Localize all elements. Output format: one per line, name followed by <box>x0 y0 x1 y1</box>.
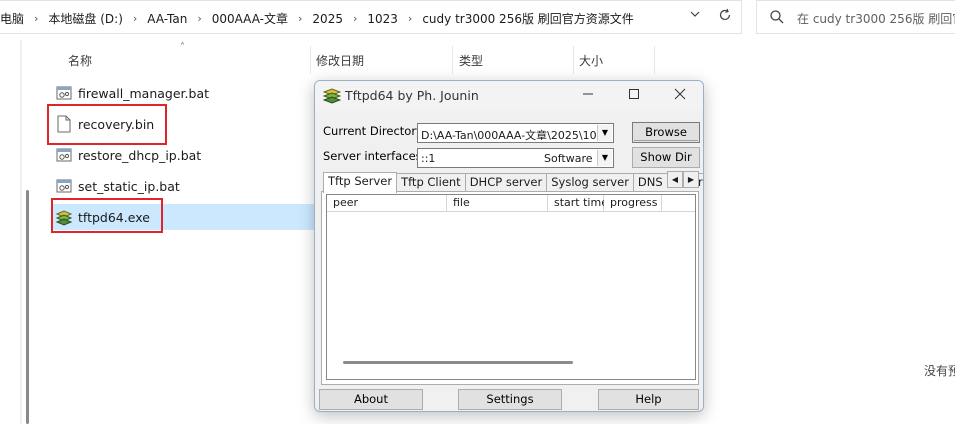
current-directory-value: D:\AA-Tan\000AAA-文章\2025\1023 <box>421 129 599 142</box>
chevron-right-icon: › <box>352 12 358 25</box>
column-header-type[interactable]: 类型 <box>459 52 483 69</box>
nav-pane-edge <box>20 40 22 424</box>
column-divider[interactable] <box>310 46 311 74</box>
highlight-box-tftpd64 <box>51 198 163 233</box>
breadcrumb-aa-tan[interactable]: AA-Tan <box>145 12 189 26</box>
column-header-file[interactable]: file <box>447 195 548 212</box>
file-name: set_static_ip.bat <box>78 178 180 194</box>
tftpd64-window[interactable]: Tftpd64 by Ph. Jounin Current Directory … <box>314 80 704 412</box>
breadcrumb-1023[interactable]: 1023 <box>365 12 400 26</box>
tab-dhcp-server[interactable]: DHCP server <box>464 173 548 192</box>
breadcrumb-articles[interactable]: 000AAA-文章 <box>210 10 290 27</box>
nav-pane-scrollbar[interactable] <box>26 190 29 424</box>
breadcrumb-this-pc[interactable]: 此电脑 <box>0 10 26 27</box>
chevron-right-icon: › <box>298 12 303 25</box>
file-row-set-static-ip[interactable]: set_static_ip.bat <box>52 173 318 199</box>
search-box[interactable]: 在 cudy tr3000 256版 刷回官方 <box>756 0 955 34</box>
browse-button[interactable]: Browse <box>632 122 700 143</box>
server-interface-value: ::1 <box>421 152 436 165</box>
batch-file-icon <box>56 179 72 193</box>
current-directory-combo[interactable]: D:\AA-Tan\000AAA-文章\2025\1023 ▼ <box>417 123 614 143</box>
file-name: restore_dhcp_ip.bat <box>78 147 202 163</box>
server-interface-description: Software L <box>544 152 596 165</box>
title-bar[interactable]: Tftpd64 by Ph. Jounin <box>315 81 703 111</box>
column-header-filler <box>662 195 695 212</box>
file-row-restore-dhcp[interactable]: restore_dhcp_ip.bat <box>52 142 318 168</box>
tab-scroll-right-icon[interactable]: ▶ <box>683 171 699 188</box>
window-title: Tftpd64 by Ph. Jounin <box>345 88 479 103</box>
breadcrumb-current-folder[interactable]: cudy tr3000 256版 刷回官方资源文件 <box>420 10 635 27</box>
help-button[interactable]: Help <box>598 389 699 410</box>
tab-tftp-client[interactable]: Tftp Client <box>396 173 466 192</box>
highlight-box-recovery <box>47 104 167 145</box>
chevron-right-icon: › <box>34 12 39 25</box>
show-dir-button[interactable]: Show Dir <box>632 147 700 168</box>
horizontal-scrollbar[interactable] <box>343 361 573 364</box>
file-row-firewall-manager[interactable]: firewall_manager.bat <box>52 80 318 106</box>
address-bar[interactable]: 此电脑 › 本地磁盘 (D:) › AA-Tan › 000AAA-文章 › 2… <box>0 0 742 34</box>
column-divider[interactable] <box>452 46 453 74</box>
history-dropdown-icon[interactable] <box>684 8 706 28</box>
search-placeholder: 在 cudy tr3000 256版 刷回官方 <box>797 12 955 26</box>
breadcrumb-2025[interactable]: 2025 <box>310 12 345 26</box>
chevron-right-icon: › <box>132 12 138 25</box>
breadcrumb: 此电脑 › 本地磁盘 (D:) › AA-Tan › 000AAA-文章 › 2… <box>0 10 636 27</box>
batch-file-icon <box>56 86 72 100</box>
column-header-date[interactable]: 修改日期 <box>316 52 364 69</box>
breadcrumb-drive-d[interactable]: 本地磁盘 (D:) <box>46 10 124 27</box>
tftp-server-panel: peer file start time progress <box>321 191 699 385</box>
file-name: firewall_manager.bat <box>78 85 210 101</box>
preview-pane-message: 没有预 <box>924 364 955 378</box>
search-icon <box>770 10 784 24</box>
transfer-list[interactable]: peer file start time progress <box>326 194 696 380</box>
column-divider[interactable] <box>654 46 655 74</box>
server-interfaces-combo[interactable]: ::1 Software L ▼ <box>417 148 614 168</box>
column-header-start-time[interactable]: start time <box>548 195 608 212</box>
dropdown-arrow-icon[interactable]: ▼ <box>597 125 612 141</box>
settings-button[interactable]: Settings <box>458 389 562 410</box>
about-button[interactable]: About <box>319 389 423 410</box>
tftpd-app-icon <box>323 88 341 104</box>
dropdown-arrow-icon[interactable]: ▼ <box>597 150 612 166</box>
tab-strip: Tftp Server Tftp Client DHCP server Sysl… <box>323 172 703 193</box>
tab-scroll-left-icon[interactable]: ◀ <box>667 171 683 188</box>
column-header-size[interactable]: 大小 <box>579 52 603 69</box>
column-header-progress[interactable]: progress <box>604 195 662 212</box>
current-directory-label: Current Directory <box>323 124 423 138</box>
batch-file-icon <box>56 148 72 162</box>
column-header-name[interactable]: 名称 <box>68 52 92 69</box>
maximize-icon[interactable] <box>611 81 657 111</box>
chevron-right-icon: › <box>407 12 413 25</box>
chevron-right-icon: › <box>197 12 202 25</box>
sort-ascending-icon: ˄ <box>180 42 185 53</box>
column-header-peer[interactable]: peer <box>327 195 447 212</box>
minimize-icon[interactable] <box>565 81 611 111</box>
column-divider[interactable] <box>573 46 574 74</box>
tab-syslog-server[interactable]: Syslog server <box>546 173 634 192</box>
refresh-icon[interactable] <box>714 8 736 28</box>
server-interfaces-label: Server interfaces <box>323 149 422 163</box>
tab-tftp-server[interactable]: Tftp Server <box>323 172 398 193</box>
close-icon[interactable] <box>657 81 703 111</box>
